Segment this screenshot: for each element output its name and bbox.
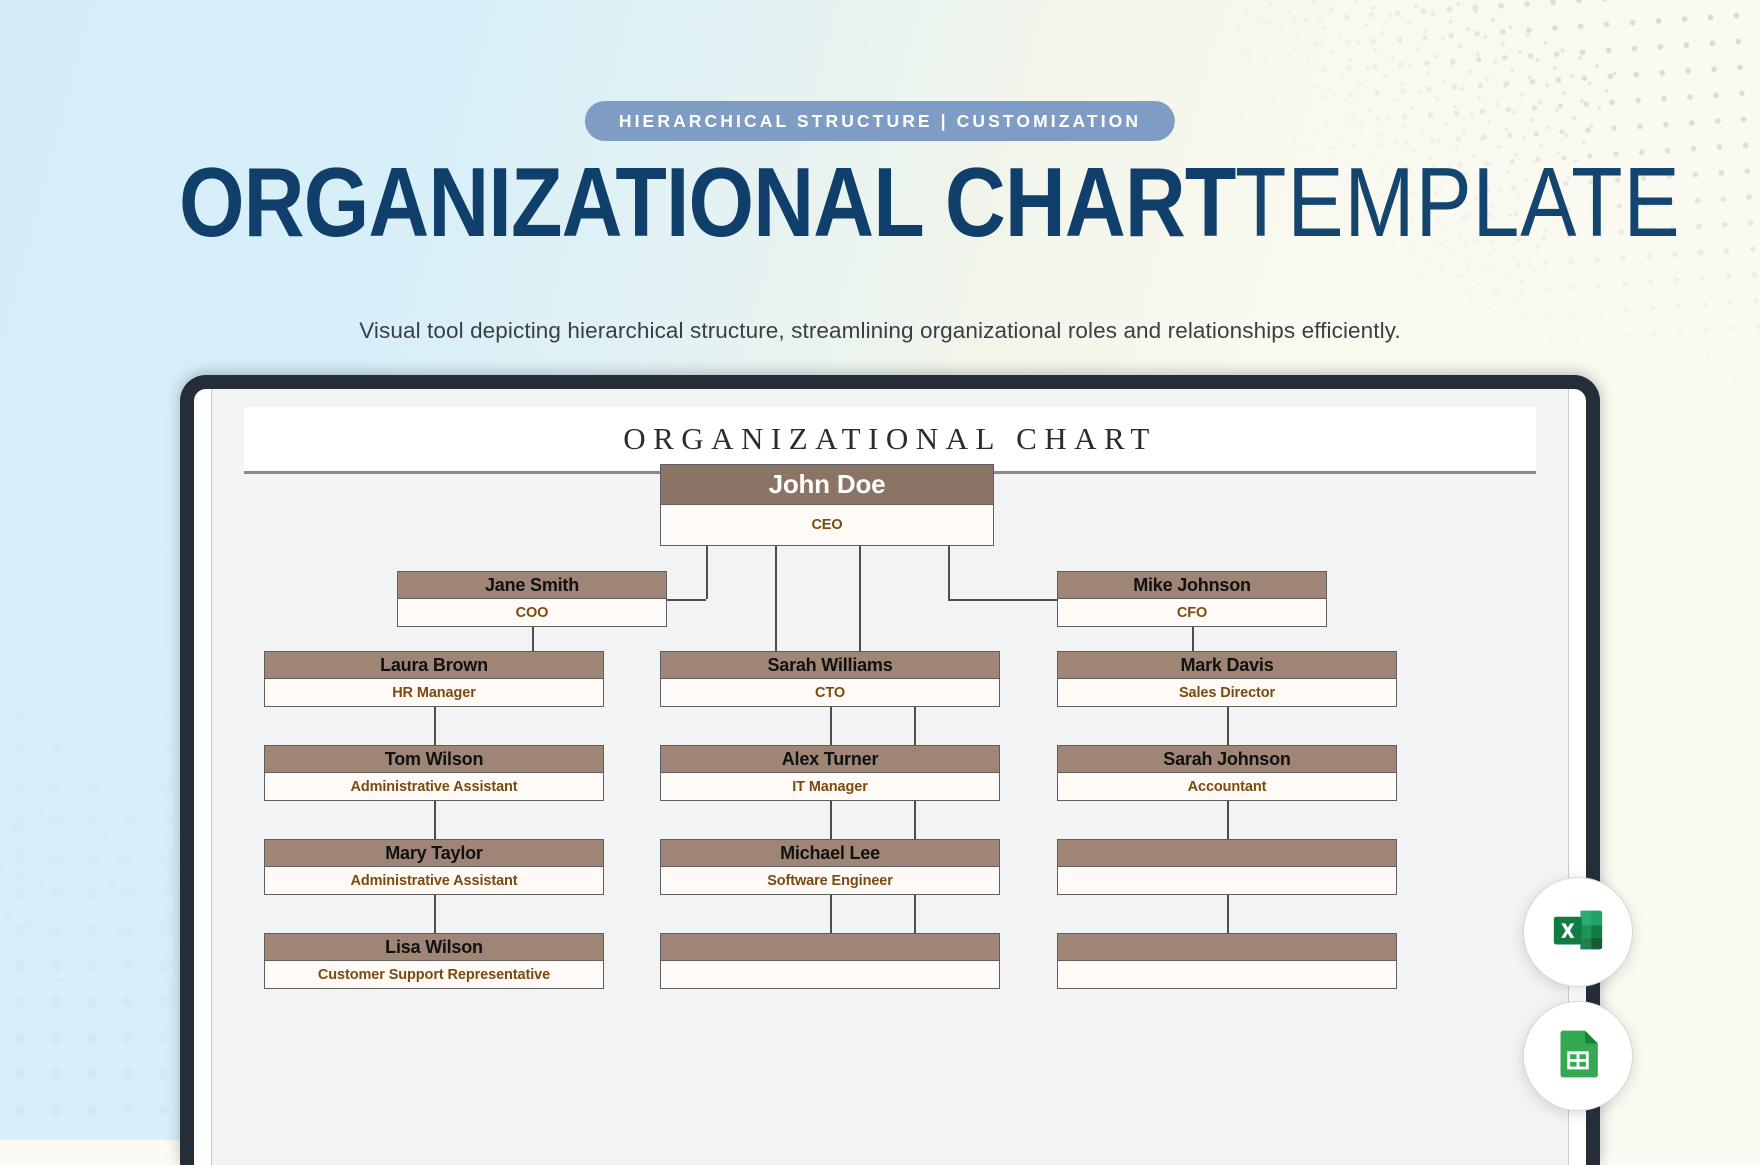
org-connector	[1227, 801, 1229, 839]
org-connector	[1227, 895, 1229, 933]
org-node-name: Mike Johnson	[1058, 572, 1326, 599]
org-node[interactable]: Mike Johnson CFO	[1057, 571, 1327, 627]
org-connector	[948, 599, 1057, 601]
org-node-role	[1058, 867, 1396, 894]
org-connector	[532, 627, 534, 651]
org-connector	[914, 895, 916, 933]
tablet-mockup: ORGANIZATIONAL CHART John Doe CEO Jane Smi…	[180, 375, 1600, 1165]
org-connector	[775, 546, 777, 651]
category-pill: HIERARCHICAL STRUCTURE | CUSTOMIZATION	[584, 101, 1176, 141]
page-title: ORGANIZATIONAL CHARTTEMPLATE	[0, 153, 1760, 251]
spreadsheet-screen: ORGANIZATIONAL CHART John Doe CEO Jane Smi…	[211, 389, 1569, 1165]
org-connector	[434, 895, 436, 933]
org-node-name: Tom Wilson	[265, 746, 603, 773]
org-node-role: HR Manager	[265, 679, 603, 706]
org-node-name: John Doe	[661, 465, 993, 505]
category-pill-label: HIERARCHICAL STRUCTURE | CUSTOMIZATION	[618, 110, 1142, 131]
org-node-name: Michael Lee	[661, 840, 999, 867]
google-sheets-badge[interactable]	[1523, 1001, 1633, 1111]
org-node[interactable]	[1057, 933, 1397, 989]
page-title-bold: ORGANIZATIONAL CHART	[178, 147, 1236, 257]
org-node-name: Mark Davis	[1058, 652, 1396, 679]
org-node-name: Jane Smith	[398, 572, 666, 599]
org-node-role: Customer Support Representative	[265, 961, 603, 988]
page-title-light: TEMPLATE	[1235, 147, 1681, 257]
org-connector	[1192, 627, 1194, 651]
org-node-role: Administrative Assistant	[265, 773, 603, 800]
org-connector	[830, 895, 832, 933]
org-node[interactable]: Jane Smith COO	[397, 571, 667, 627]
org-connector	[948, 546, 950, 599]
org-node-role: Accountant	[1058, 773, 1396, 800]
org-node-name	[1058, 840, 1396, 867]
org-node-role: CFO	[1058, 599, 1326, 626]
org-node[interactable]: Sarah Williams CTO	[660, 651, 1000, 707]
org-node-name: Lisa Wilson	[265, 934, 603, 961]
org-node-name: Sarah Johnson	[1058, 746, 1396, 773]
org-node-name: Mary Taylor	[265, 840, 603, 867]
tablet-screen-bezel: ORGANIZATIONAL CHART John Doe CEO Jane Smi…	[194, 389, 1586, 1165]
org-node-role	[661, 961, 999, 988]
org-node-role	[1058, 961, 1396, 988]
org-node[interactable]: Alex Turner IT Manager	[660, 745, 1000, 801]
org-node-role: IT Manager	[661, 773, 999, 800]
org-node[interactable]	[1057, 839, 1397, 895]
google-sheets-icon	[1550, 1026, 1606, 1087]
org-connector	[859, 546, 861, 651]
org-node-name: Alex Turner	[661, 746, 999, 773]
org-node-role: Software Engineer	[661, 867, 999, 894]
org-connector	[434, 707, 436, 745]
org-node[interactable]: Lisa Wilson Customer Support Representati…	[264, 933, 604, 989]
page-subtitle: Visual tool depicting hierarchical struc…	[359, 318, 1401, 343]
org-node[interactable]: Michael Lee Software Engineer	[660, 839, 1000, 895]
org-connector	[914, 707, 916, 745]
org-node-role: Sales Director	[1058, 679, 1396, 706]
org-node-name	[661, 934, 999, 961]
org-node[interactable]: Laura Brown HR Manager	[264, 651, 604, 707]
org-node-role: CEO	[661, 505, 993, 545]
org-node[interactable]: Mary Taylor Administrative Assistant	[264, 839, 604, 895]
org-connector	[830, 801, 832, 839]
org-node[interactable]: Tom Wilson Administrative Assistant	[264, 745, 604, 801]
org-connector	[667, 599, 706, 601]
org-node-name	[1058, 934, 1396, 961]
org-node[interactable]: Sarah Johnson Accountant	[1057, 745, 1397, 801]
org-node-role: CTO	[661, 679, 999, 706]
org-node[interactable]	[660, 933, 1000, 989]
org-node-name: Laura Brown	[265, 652, 603, 679]
org-node-role: Administrative Assistant	[265, 867, 603, 894]
excel-badge[interactable]	[1523, 877, 1633, 987]
excel-icon	[1549, 901, 1607, 964]
org-connector	[1227, 707, 1229, 745]
org-node-name: Sarah Williams	[661, 652, 999, 679]
org-chart: John Doe CEO Jane Smith COO Laura Brown HR Ma…	[212, 389, 1568, 1165]
org-node[interactable]: Mark Davis Sales Director	[1057, 651, 1397, 707]
org-node-root[interactable]: John Doe CEO	[660, 464, 994, 546]
org-connector	[914, 801, 916, 839]
org-connector	[830, 707, 832, 745]
org-node-role: COO	[398, 599, 666, 626]
org-connector	[706, 546, 708, 599]
org-connector	[434, 801, 436, 839]
